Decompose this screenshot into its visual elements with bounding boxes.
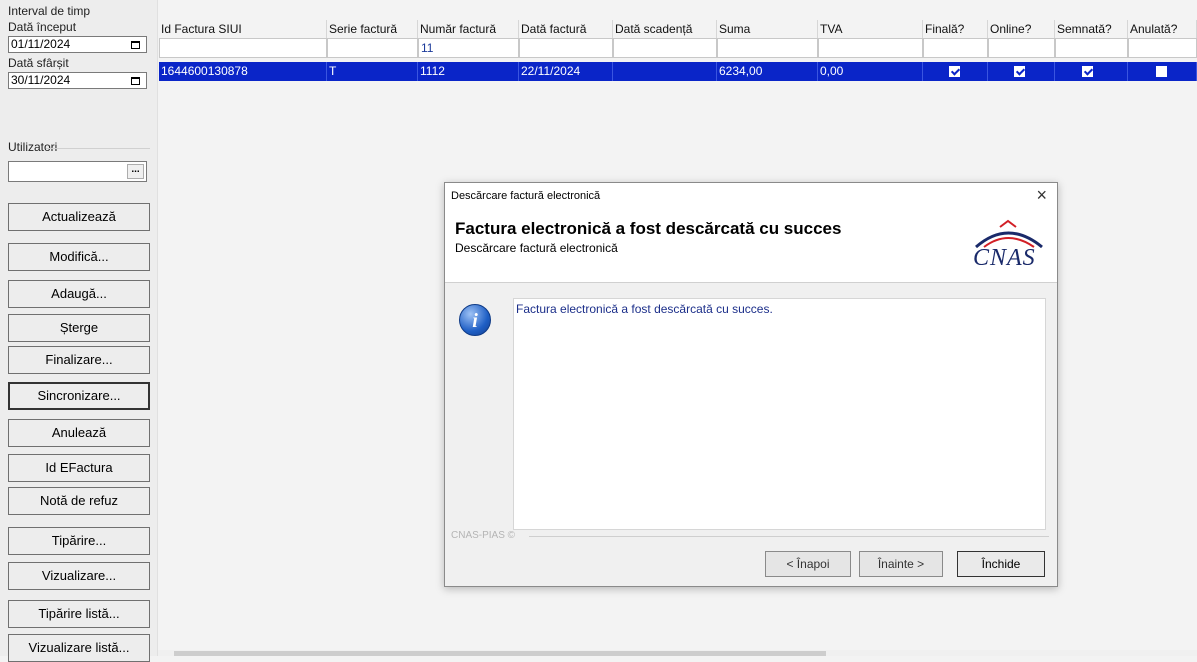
cell-id: 1644600130878: [159, 62, 327, 81]
cell-anulata: [1128, 62, 1197, 81]
start-date-field[interactable]: 01/11/2024: [8, 36, 147, 53]
filter-input[interactable]: [988, 38, 1055, 58]
filter-input[interactable]: [1055, 38, 1128, 58]
finalize-button[interactable]: Finalizare...: [8, 346, 150, 374]
anulata-checkbox[interactable]: [1156, 66, 1167, 77]
filter-input[interactable]: [1128, 38, 1197, 58]
cell-serie: T: [327, 62, 418, 81]
cell-numar: 1112: [418, 62, 519, 81]
column-header[interactable]: Dată factură: [519, 20, 613, 38]
users-label: Utilizatori: [8, 140, 58, 154]
grid-filter-row: 11: [159, 38, 1197, 58]
dialog-title: Descărcare factură electronică: [451, 190, 601, 202]
delete-button[interactable]: Șterge: [8, 314, 150, 342]
footer-divider: [529, 536, 1049, 537]
column-header[interactable]: Serie factură: [327, 20, 418, 38]
semnata-checkbox[interactable]: [1082, 66, 1093, 77]
filter-input[interactable]: [613, 38, 717, 58]
filter-input[interactable]: [519, 38, 613, 58]
close-icon[interactable]: ×: [1036, 185, 1047, 206]
column-header[interactable]: Semnată?: [1055, 20, 1128, 38]
column-header[interactable]: Dată scadență: [613, 20, 717, 38]
end-date-label: Dată sfârșit: [8, 56, 69, 70]
dialog-titlebar: Descărcare factură electronică ×: [445, 183, 1057, 211]
filter-input[interactable]: 11: [418, 38, 519, 58]
finala-checkbox[interactable]: [949, 66, 960, 77]
filter-input[interactable]: [327, 38, 418, 58]
id-efactura-button[interactable]: Id EFactura: [8, 454, 150, 482]
online-checkbox[interactable]: [1014, 66, 1025, 77]
print-button[interactable]: Tipărire...: [8, 527, 150, 555]
dialog-subheading: Descărcare factură electronică: [455, 241, 618, 255]
column-header[interactable]: Număr factură: [418, 20, 519, 38]
add-button[interactable]: Adaugă...: [8, 280, 150, 308]
column-header[interactable]: Id Factura SIUI: [159, 20, 327, 38]
logo-text: CNAS: [973, 245, 1036, 271]
close-button[interactable]: Închide: [957, 551, 1045, 577]
sync-button[interactable]: Sincronizare...: [8, 382, 150, 410]
refusal-note-button[interactable]: Notă de refuz: [8, 487, 150, 515]
cell-data: 22/11/2024: [519, 62, 613, 81]
cell-scadenta: [613, 62, 717, 81]
dialog-heading: Factura electronică a fost descărcată cu…: [455, 219, 842, 238]
dialog-header: Factura electronică a fost descărcată cu…: [445, 211, 1057, 283]
back-button[interactable]: < Înapoi: [765, 551, 851, 577]
column-header[interactable]: Suma: [717, 20, 818, 38]
start-date-label: Dată început: [8, 20, 77, 34]
filter-input[interactable]: [717, 38, 818, 58]
end-date-value: 30/11/2024: [11, 73, 71, 87]
cell-semnata: [1055, 62, 1128, 81]
view-button[interactable]: Vizualizare...: [8, 562, 150, 590]
users-browse-button[interactable]: ...: [127, 164, 144, 179]
end-date-field[interactable]: 30/11/2024: [8, 72, 147, 89]
download-dialog: Descărcare factură electronică × Factura…: [444, 182, 1058, 587]
filter-input[interactable]: [923, 38, 988, 58]
cell-online: [988, 62, 1055, 81]
message-box: Factura electronică a fost descărcată cu…: [513, 298, 1046, 530]
calendar-icon[interactable]: [127, 38, 143, 51]
calendar-icon[interactable]: [127, 74, 143, 87]
interval-label: Interval de timp: [8, 4, 91, 18]
next-button[interactable]: Înainte >: [859, 551, 943, 577]
cell-tva: 0,00: [818, 62, 923, 81]
horizontal-scrollbar[interactable]: [158, 650, 1197, 656]
column-header[interactable]: Finală?: [923, 20, 988, 38]
users-field[interactable]: ...: [8, 161, 147, 182]
column-header[interactable]: Anulată?: [1128, 20, 1197, 38]
cell-suma: 6234,00: [717, 62, 818, 81]
scrollbar-thumb[interactable]: [174, 651, 826, 656]
filter-input[interactable]: [818, 38, 923, 58]
cell-finala: [923, 62, 988, 81]
filter-panel: Interval de timp Dată început 01/11/2024…: [0, 0, 158, 662]
users-group-line: [46, 148, 150, 149]
start-date-value: 01/11/2024: [11, 37, 71, 51]
column-header[interactable]: Online?: [988, 20, 1055, 38]
footer-label: CNAS-PIAS ©: [451, 530, 516, 541]
modify-button[interactable]: Modifică...: [8, 243, 150, 271]
table-row[interactable]: 1644600130878 T 1112 22/11/2024 6234,00 …: [159, 62, 1197, 81]
message-text: Factura electronică a fost descărcată cu…: [516, 302, 773, 316]
cnas-logo: CNAS: [970, 219, 1046, 275]
grid-header: Id Factura SIUI Serie factură Număr fact…: [159, 20, 1197, 38]
view-list-button[interactable]: Vizualizare listă...: [8, 634, 150, 662]
print-list-button[interactable]: Tipărire listă...: [8, 600, 150, 628]
column-header[interactable]: TVA: [818, 20, 923, 38]
info-icon: i: [459, 304, 491, 336]
cancel-invoice-button[interactable]: Anulează: [8, 419, 150, 447]
filter-input[interactable]: [159, 38, 327, 58]
refresh-button[interactable]: Actualizează: [8, 203, 150, 231]
